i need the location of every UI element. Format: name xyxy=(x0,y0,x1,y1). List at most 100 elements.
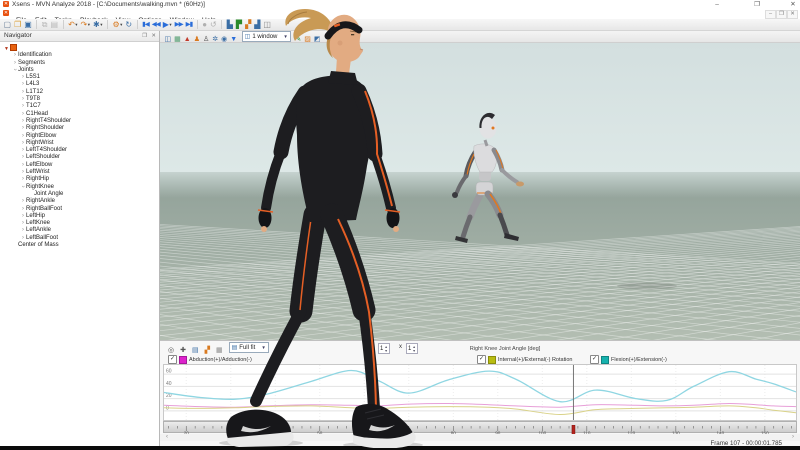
tree-item-t9t8[interactable]: ›T9T8 xyxy=(0,95,159,102)
tree-item-center-of-mass[interactable]: Center of Mass xyxy=(0,241,159,248)
3d-viewport[interactable] xyxy=(160,43,800,340)
new-graph-button[interactable]: ▛ xyxy=(234,20,243,30)
paste-button[interactable]: ▤ xyxy=(49,20,60,30)
legend-checkbox[interactable]: ✓ xyxy=(477,355,486,364)
scroll-right-icon[interactable]: › xyxy=(792,434,794,441)
chart-overlay-icon[interactable]: ▞ xyxy=(202,345,213,355)
window-layout-button[interactable]: ◫ xyxy=(262,20,273,30)
skeleton-view-icon[interactable]: ♙ xyxy=(201,35,210,45)
new-graph-icon: ▛ xyxy=(236,20,242,30)
copy-button[interactable]: ⧉ xyxy=(40,20,49,30)
tree-item-l1t12[interactable]: ›L1T12 xyxy=(0,88,159,95)
play-button[interactable]: ▶▾ xyxy=(161,20,173,30)
tree-item-label: RightAnkle xyxy=(26,198,55,204)
tree-item-righthip[interactable]: ›RightHip xyxy=(0,175,159,182)
select-graph-button[interactable]: ▟ xyxy=(253,20,262,30)
chart-plot[interactable]: 0204060 xyxy=(163,364,797,421)
step-back-button[interactable]: ◀◀ xyxy=(150,20,161,30)
marker-edit-icon[interactable]: ▨ xyxy=(303,35,313,45)
expander-icon[interactable]: › xyxy=(11,67,18,73)
tree-item-rightwrist[interactable]: ›RightWrist xyxy=(0,139,159,146)
tree-item-joints[interactable]: ›Joints xyxy=(0,66,159,73)
go-to-end-button[interactable]: ▶▮ xyxy=(184,20,194,30)
go-to-start-button[interactable]: ▮◀ xyxy=(141,20,151,30)
tree-item-t1c7[interactable]: ›T1C7 xyxy=(0,102,159,109)
edit-graph-button[interactable]: ▞ xyxy=(244,20,253,30)
tree-item-rightt4shoulder[interactable]: ›RightT4Shoulder xyxy=(0,117,159,124)
tree-item-rightshoulder[interactable]: ›RightShoulder xyxy=(0,124,159,131)
close-panel-icon[interactable]: ✕ xyxy=(151,31,156,41)
process-button[interactable]: ⚙▾ xyxy=(111,20,124,30)
viewport-split-icon[interactable]: ◫ xyxy=(163,35,173,45)
close-button[interactable]: ✕ xyxy=(786,0,800,9)
filter-icon[interactable]: ▼ xyxy=(229,35,239,45)
character-view-icon[interactable]: ♟ xyxy=(192,35,201,45)
tree-item-lefthip[interactable]: ›LeftHip xyxy=(0,212,159,219)
tree-item-segments[interactable]: ›Segments xyxy=(0,59,159,66)
tree-item-rightknee[interactable]: ›RightKnee xyxy=(0,183,159,190)
save-file-button[interactable]: ▣ xyxy=(23,20,34,30)
reprocess-button[interactable]: ↻ xyxy=(124,20,134,30)
tree-item-l4l3[interactable]: ›L4L3 xyxy=(0,80,159,87)
legend-checkbox[interactable]: ✓ xyxy=(590,355,599,364)
chart-grid-icon[interactable]: ▦ xyxy=(213,345,226,355)
chart-grid-icon-icon: ▦ xyxy=(216,346,223,354)
tools-button[interactable]: ✱▾ xyxy=(92,20,104,30)
tree-item-leftelbow[interactable]: ›LeftElbow xyxy=(0,161,159,168)
contact-edit-icon[interactable]: ✎ xyxy=(294,35,303,45)
tree-item-leftankle[interactable]: ›LeftAnkle xyxy=(0,226,159,233)
open-file-button[interactable]: ❐ xyxy=(13,20,23,30)
timeline-ruler[interactable]: 2030405060708090100110120130140150 xyxy=(163,421,797,433)
filter-icon-icon: ▼ xyxy=(230,35,237,45)
navigator-panel: Navigator ❐ ✕ ▼›Identification›Segments›… xyxy=(0,31,160,446)
origin-marker-icon[interactable]: ▲ xyxy=(182,35,192,45)
float-panel-icon[interactable]: ❐ xyxy=(142,31,147,41)
tree-item-leftshoulder[interactable]: ›LeftShoulder xyxy=(0,153,159,160)
pan-tool-icon[interactable]: ✚ xyxy=(177,345,189,355)
undo-button[interactable]: ↶▾ xyxy=(67,20,79,30)
mdi-restore-button[interactable]: ❐ xyxy=(776,10,787,19)
tree-item-identification[interactable]: ›Identification xyxy=(0,51,159,58)
record-button[interactable]: ● xyxy=(201,20,209,30)
window-count-select[interactable]: ◫ 1 window ▼ xyxy=(242,31,291,42)
restore-button[interactable]: ❐ xyxy=(750,0,764,9)
paste-icon: ▤ xyxy=(51,20,59,30)
tree-item-leftwrist[interactable]: ›LeftWrist xyxy=(0,168,159,175)
tree-item-label: LeftAnkle xyxy=(26,227,51,233)
session-icon xyxy=(10,44,17,51)
tree-item-rightelbow[interactable]: ›RightElbow xyxy=(0,132,159,139)
fit-select[interactable]: ▤ Full fit ▼ xyxy=(229,342,269,353)
tree-item-leftt4shoulder[interactable]: ›LeftT4Shoulder xyxy=(0,146,159,153)
tree-item-c1head[interactable]: ›C1Head xyxy=(0,110,159,117)
camera-follow-icon[interactable]: ◉ xyxy=(220,35,229,45)
legend-checkbox[interactable]: ✓ xyxy=(168,355,177,364)
chart-mode-icon[interactable]: ▤ xyxy=(189,345,202,355)
loop-button[interactable]: ↺ xyxy=(209,20,219,30)
grid-toggle-icon[interactable]: ▦ xyxy=(173,35,183,45)
redo-button[interactable]: ↷▾ xyxy=(79,20,91,30)
tree-item-session-root[interactable]: ▼ xyxy=(0,44,159,51)
sensor-view-icon[interactable]: ✲ xyxy=(211,35,220,45)
mdi-close-button[interactable]: ✕ xyxy=(787,10,798,19)
minimize-button[interactable]: – xyxy=(710,0,724,9)
tree-item-leftballfoot[interactable]: ›LeftBallFoot xyxy=(0,234,159,241)
window-icon: ◫ xyxy=(245,33,251,40)
stepper-arrows-icon[interactable]: ▲▼ xyxy=(384,345,387,353)
expander-icon[interactable]: › xyxy=(19,183,26,189)
tree-item-rightballfoot[interactable]: ›RightBallFoot xyxy=(0,205,159,212)
tree-item-leftknee[interactable]: ›LeftKnee xyxy=(0,219,159,226)
tree-item-rightankle[interactable]: ›RightAnkle xyxy=(0,197,159,204)
pages-x-stepper[interactable]: 1 ▲▼ xyxy=(378,343,390,354)
tree-item-l5s1[interactable]: ›L5S1 xyxy=(0,73,159,80)
step-forward-button[interactable]: ▶▶ xyxy=(173,20,184,30)
mdi-minimize-button[interactable]: – xyxy=(765,10,776,19)
timeline-scrollbar[interactable]: ‹ › xyxy=(160,434,800,441)
new-file-button[interactable]: ▢ xyxy=(2,20,13,30)
scroll-left-icon[interactable]: ‹ xyxy=(166,434,168,441)
edit-graph-icon: ▞ xyxy=(245,20,251,30)
legend-label: Internal(+)/External(-) Rotation xyxy=(498,357,572,363)
zoom-tool-icon[interactable]: ◎ xyxy=(165,345,177,355)
tree-item-joint-angle[interactable]: Joint Angle xyxy=(0,190,159,197)
show-graphs-button[interactable]: ▙ xyxy=(225,20,234,30)
snapshot-icon[interactable]: ◩ xyxy=(312,35,322,45)
